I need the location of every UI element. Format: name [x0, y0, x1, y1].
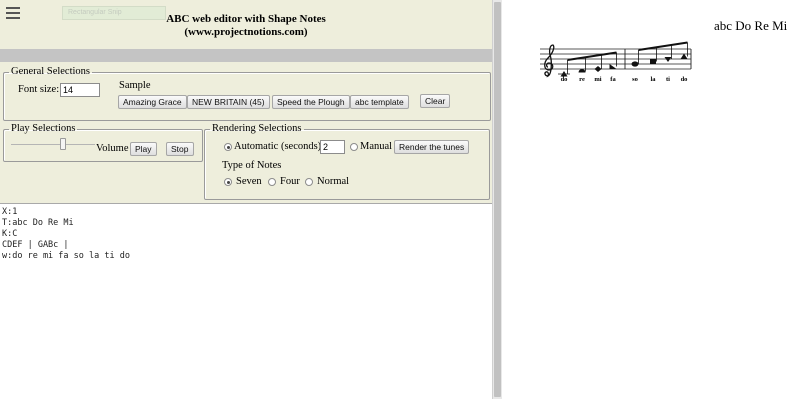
- volume-label: Volume: [96, 143, 129, 154]
- note-type-normal-label: Normal: [317, 176, 350, 187]
- lyric-syllable: fa: [610, 76, 616, 83]
- play-selections-legend: Play Selections: [11, 123, 76, 134]
- automatic-seconds-input[interactable]: [320, 140, 345, 154]
- sample-speed-the-plough-button[interactable]: Speed the Plough: [272, 95, 350, 109]
- automatic-radio[interactable]: [224, 143, 232, 151]
- manual-label: Manual: [360, 141, 393, 152]
- note-type-four-radio[interactable]: [268, 178, 276, 186]
- manual-radio[interactable]: [350, 143, 358, 151]
- note-type-seven-label: Seven: [236, 176, 262, 187]
- note-type-seven-radio[interactable]: [224, 178, 232, 186]
- note-type-four-label: Four: [280, 176, 300, 187]
- note-head-oval: [631, 61, 639, 67]
- font-size-input[interactable]: [60, 83, 100, 97]
- lyric-syllable: ti: [666, 76, 670, 83]
- lyric-syllable: do: [561, 76, 568, 83]
- lyric-syllable: so: [632, 76, 638, 83]
- lyric-syllable: do: [681, 76, 688, 83]
- lyric-syllable: la: [650, 76, 656, 83]
- divider-bar: [0, 49, 492, 62]
- app-title-line2: (www.projectnotions.com): [184, 26, 308, 38]
- left-pane: Rectangular Snip ABC web editor with Sha…: [0, 0, 492, 399]
- editor-scrollbar[interactable]: [492, 0, 502, 399]
- note-type-label: Type of Notes: [222, 160, 282, 171]
- rendered-score: abc Do Re Mi do re mi fa so la ti do: [540, 18, 788, 83]
- note-type-normal-radio[interactable]: [305, 178, 313, 186]
- editor-line: w:do re mi fa so la ti do: [2, 251, 130, 261]
- score-pane: abc Do Re Mi do re mi fa so la ti do: [502, 0, 800, 399]
- stop-button[interactable]: Stop: [166, 142, 194, 156]
- lyric-syllable: re: [579, 76, 585, 83]
- note-head-square: [650, 59, 656, 64]
- sample-amazing-grace-button[interactable]: Amazing Grace: [118, 95, 187, 109]
- scrollbar-thumb[interactable]: [494, 2, 501, 397]
- render-tunes-button[interactable]: Render the tunes: [394, 140, 470, 154]
- play-button[interactable]: Play: [130, 142, 157, 156]
- note-head-diamond: [594, 66, 602, 72]
- lyric-syllable: mi: [594, 76, 601, 83]
- abc-text-editor[interactable]: X:1 T:abc Do Re Mi K:C CDEF | GABc | w:do re…: [0, 203, 492, 399]
- controls-panel: Rectangular Snip ABC web editor with Sha…: [0, 0, 492, 203]
- score-title: abc Do Re Mi: [714, 18, 788, 33]
- general-selections-legend: General Selections: [11, 66, 91, 77]
- note-head-half-moon: [578, 69, 586, 73]
- editor-line: CDEF | GABc |: [2, 240, 69, 250]
- font-size-label: Font size:: [18, 84, 60, 95]
- editor-line: T:abc Do Re Mi: [2, 218, 74, 228]
- rendering-selections-legend: Rendering Selections: [212, 123, 302, 134]
- note-head-cone: [664, 57, 672, 62]
- note-head-right-triangle: [609, 64, 617, 69]
- sample-new-britain-button[interactable]: NEW BRITAIN (45): [187, 95, 270, 109]
- notes-layer: [558, 41, 688, 77]
- volume-slider-track: [11, 144, 95, 145]
- lyrics-layer: do re mi fa so la ti do: [561, 76, 688, 83]
- volume-slider-handle[interactable]: [60, 138, 67, 150]
- clear-button[interactable]: Clear: [420, 94, 451, 108]
- sample-abc-template-button[interactable]: abc template: [350, 95, 409, 109]
- editor-line: X:1: [2, 207, 18, 217]
- editor-line: K:C: [2, 229, 18, 239]
- treble-clef-icon: [544, 44, 555, 78]
- app-title: ABC web editor with Shape Notes (www.pro…: [0, 13, 492, 39]
- app-title-line1: ABC web editor with Shape Notes: [166, 13, 326, 25]
- sample-label: Sample: [119, 80, 151, 91]
- automatic-label: Automatic (seconds): [234, 141, 322, 152]
